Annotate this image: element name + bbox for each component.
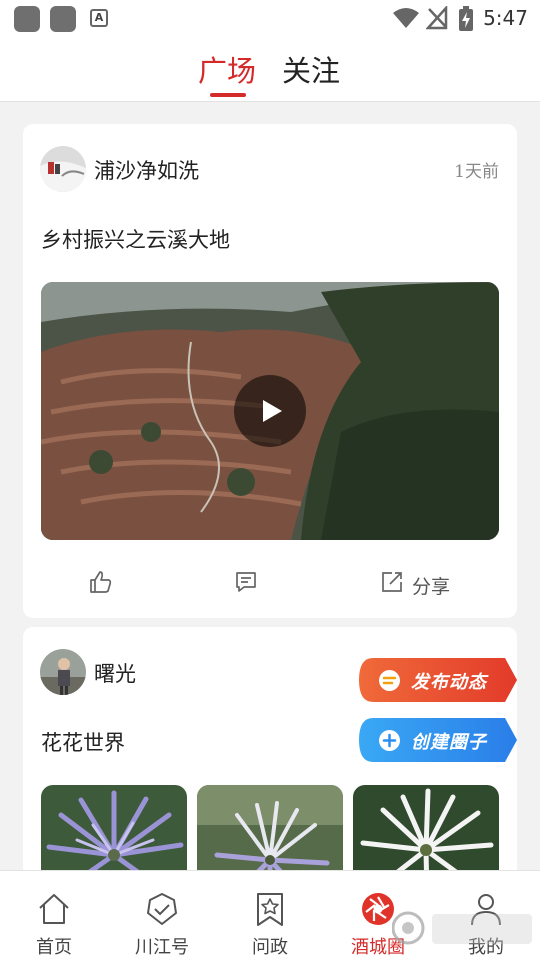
- home-icon: [39, 894, 69, 924]
- avatar-image: [40, 146, 86, 192]
- watermark-logo: [392, 911, 532, 945]
- plus-glyph: [382, 733, 397, 748]
- tab-following[interactable]: 关注: [282, 48, 340, 90]
- post-actions: 分享: [23, 564, 517, 604]
- clock: 5:47: [483, 6, 528, 30]
- share-button[interactable]: 分享: [412, 572, 450, 599]
- wifi-icon: [393, 8, 419, 28]
- battery-charging-icon: [459, 6, 473, 31]
- nav-label-home: 首页: [36, 937, 72, 958]
- bookmark-star-icon: [257, 893, 283, 926]
- author-name[interactable]: 曙光: [94, 658, 136, 688]
- avatar[interactable]: [40, 146, 86, 192]
- post-time: 1天前: [454, 162, 499, 182]
- post-card[interactable]: 浦沙净如洗 1天前 乡村振兴之云溪大地 分享: [23, 124, 517, 618]
- create-circle-button[interactable]: 创建圈子: [359, 718, 517, 762]
- play-icon: [263, 400, 282, 422]
- status-bar: A 5:47: [0, 0, 540, 36]
- play-button[interactable]: [234, 375, 306, 447]
- avatar-image: [40, 649, 86, 695]
- active-tab-indicator: [210, 93, 246, 97]
- video-thumbnail[interactable]: [41, 282, 499, 540]
- share-icon[interactable]: [380, 570, 404, 594]
- keyboard-a-icon: A: [90, 9, 108, 27]
- author-name[interactable]: 浦沙净如洗: [94, 155, 199, 185]
- publish-icon: [379, 670, 400, 691]
- nav-item-home[interactable]: 首页: [0, 871, 108, 960]
- create-label: 创建圈子: [411, 732, 487, 753]
- comment-icon[interactable]: [234, 570, 258, 594]
- tab-plaza[interactable]: 广场: [198, 48, 256, 90]
- plus-icon: [379, 730, 400, 751]
- aperture-icon: [362, 893, 394, 925]
- app-notification-icon: [14, 6, 40, 32]
- nav-label-wenzheng: 问政: [252, 937, 288, 958]
- avatar[interactable]: [40, 649, 86, 695]
- like-thumb-icon[interactable]: [89, 570, 113, 594]
- publish-label: 发布动态: [411, 672, 487, 693]
- badge-check-icon: [147, 893, 177, 925]
- publish-post-button[interactable]: 发布动态: [359, 658, 517, 702]
- post-title[interactable]: 花花世界: [41, 727, 125, 757]
- post-title[interactable]: 乡村振兴之云溪大地: [41, 224, 230, 254]
- nav-item-wenzheng[interactable]: 问政: [216, 871, 324, 960]
- nav-item-chuanjiang[interactable]: 川江号: [108, 871, 216, 960]
- nav-label-chuanjiang: 川江号: [135, 937, 189, 958]
- lines-glyph: [382, 676, 397, 685]
- top-tab-bar: 广场 关注: [0, 36, 540, 102]
- no-signal-icon: [426, 6, 448, 30]
- app-notification-icon: [50, 6, 76, 32]
